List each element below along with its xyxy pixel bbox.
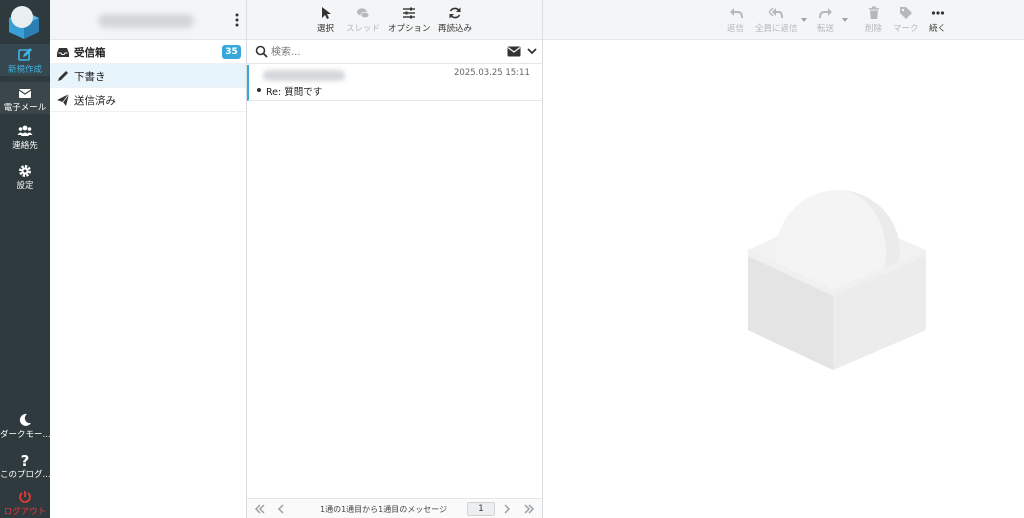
reply-button[interactable]: 返信 <box>727 6 744 34</box>
folder-sent[interactable]: 送信済み <box>50 88 246 112</box>
inbox-icon <box>57 48 69 57</box>
about-button[interactable]: ? このプログ... <box>0 450 50 482</box>
reply-icon <box>729 8 743 19</box>
folder-label: 送信済み <box>74 95 116 107</box>
sliders-icon <box>403 7 416 19</box>
page-number-input[interactable]: 1 <box>467 502 495 516</box>
forward-icon <box>818 8 832 19</box>
more-button[interactable]: 続く <box>929 6 946 34</box>
delete-label: 削除 <box>865 24 883 34</box>
pagination-info: 1通の1通目から1通目のメッセージ <box>320 505 448 514</box>
cursor-icon <box>321 7 331 19</box>
unread-dot <box>257 88 261 92</box>
thread-label: スレッド <box>346 24 381 34</box>
pagination-bar: 1通の1通目から1通目のメッセージ 1 <box>247 498 542 518</box>
nav-settings[interactable]: 設定 <box>0 160 50 192</box>
account-header <box>50 0 246 40</box>
svg-text:?: ? <box>21 452 30 468</box>
forward-button[interactable]: 転送 <box>817 6 834 34</box>
comments-icon <box>357 8 370 19</box>
unread-badge: 35 <box>222 45 241 59</box>
compose-label: 新規作成 <box>7 65 42 75</box>
refresh-button[interactable]: 再読込み <box>438 6 472 34</box>
search-input[interactable] <box>271 43 471 61</box>
forward-label: 転送 <box>817 24 835 34</box>
message-list-pane: 選択 スレッド オプション 再読込み 2025.03.25 15:11 Re: … <box>247 0 543 518</box>
list-toolbar: 選択 スレッド オプション 再読込み <box>247 0 542 40</box>
main-nav: 新規作成 電子メール 連絡先 設定 ダークモー... ? このプログ... ログ… <box>0 0 50 518</box>
mark-button[interactable]: マーク <box>893 6 919 34</box>
kebab-menu-icon[interactable] <box>235 13 239 27</box>
paper-plane-icon <box>57 93 70 106</box>
contacts-label: 連絡先 <box>12 141 38 151</box>
folder-pane: 受信箱 35 下書き 送信済み <box>50 0 247 518</box>
select-button[interactable]: 選択 <box>317 6 334 34</box>
refresh-label: 再読込み <box>438 24 473 34</box>
chevron-down-icon[interactable] <box>527 47 537 55</box>
more-label: 続く <box>929 24 947 34</box>
options-label: オプション <box>388 24 431 34</box>
envelope-icon <box>18 89 32 98</box>
tag-icon <box>899 7 912 19</box>
pencil-icon <box>58 71 68 81</box>
last-page-icon[interactable] <box>523 503 535 515</box>
sender-blurred <box>263 70 345 81</box>
reply-all-button[interactable]: 全員に返信 <box>755 6 798 34</box>
compose-button[interactable]: 新規作成 <box>0 44 50 76</box>
about-label: このプログ... <box>0 470 50 480</box>
ellipsis-icon <box>931 11 944 15</box>
logout-label: ログアウト <box>3 507 47 517</box>
dark-mode-toggle[interactable]: ダークモー... <box>0 410 50 442</box>
contacts-icon <box>17 125 33 136</box>
delete-button[interactable]: 削除 <box>865 6 882 34</box>
app-logo <box>9 6 39 39</box>
preview-pane: 返信 全員に返信 転送 削除 マーク 続く <box>543 0 1024 518</box>
options-button[interactable]: オプション <box>388 6 431 34</box>
first-page-icon[interactable] <box>254 503 266 515</box>
reply-label: 返信 <box>727 24 745 34</box>
prev-page-icon[interactable] <box>275 503 287 515</box>
moon-icon <box>19 413 31 426</box>
mark-label: マーク <box>893 24 919 34</box>
reply-all-dropdown-caret[interactable] <box>801 18 807 22</box>
message-row[interactable]: 2025.03.25 15:11 Re: 質問です <box>247 65 542 101</box>
message-subject: Re: 質問です <box>266 87 323 98</box>
empty-preview-illustration <box>748 190 926 370</box>
folder-inbox[interactable]: 受信箱 35 <box>50 40 246 64</box>
search-bar <box>247 40 542 64</box>
folder-label: 下書き <box>74 71 106 83</box>
search-icon <box>255 45 268 58</box>
trash-icon <box>868 6 879 19</box>
reply-all-icon <box>769 7 784 19</box>
settings-label: 設定 <box>16 181 34 191</box>
envelope-filter-icon[interactable] <box>507 46 521 57</box>
message-date: 2025.03.25 15:11 <box>454 68 530 78</box>
nav-contacts[interactable]: 連絡先 <box>0 120 50 152</box>
dark-mode-label: ダークモー... <box>0 430 50 440</box>
logout-button[interactable]: ログアウト <box>0 487 50 518</box>
folder-label: 受信箱 <box>74 47 106 59</box>
question-icon: ? <box>21 452 30 468</box>
nav-mail[interactable]: 電子メール <box>0 82 50 114</box>
refresh-icon <box>449 7 461 19</box>
compose-icon <box>18 48 32 61</box>
folder-drafts[interactable]: 下書き <box>50 64 246 88</box>
preview-toolbar: 返信 全員に返信 転送 削除 マーク 続く <box>543 0 1024 40</box>
forward-dropdown-caret[interactable] <box>842 18 848 22</box>
reply-all-label: 全員に返信 <box>755 24 798 34</box>
mail-label: 電子メール <box>3 103 47 113</box>
account-name-blurred <box>98 14 194 28</box>
select-label: 選択 <box>317 24 335 34</box>
power-icon <box>19 491 31 503</box>
next-page-icon[interactable] <box>501 503 513 515</box>
thread-button[interactable]: スレッド <box>346 6 380 34</box>
gear-icon <box>19 165 31 177</box>
